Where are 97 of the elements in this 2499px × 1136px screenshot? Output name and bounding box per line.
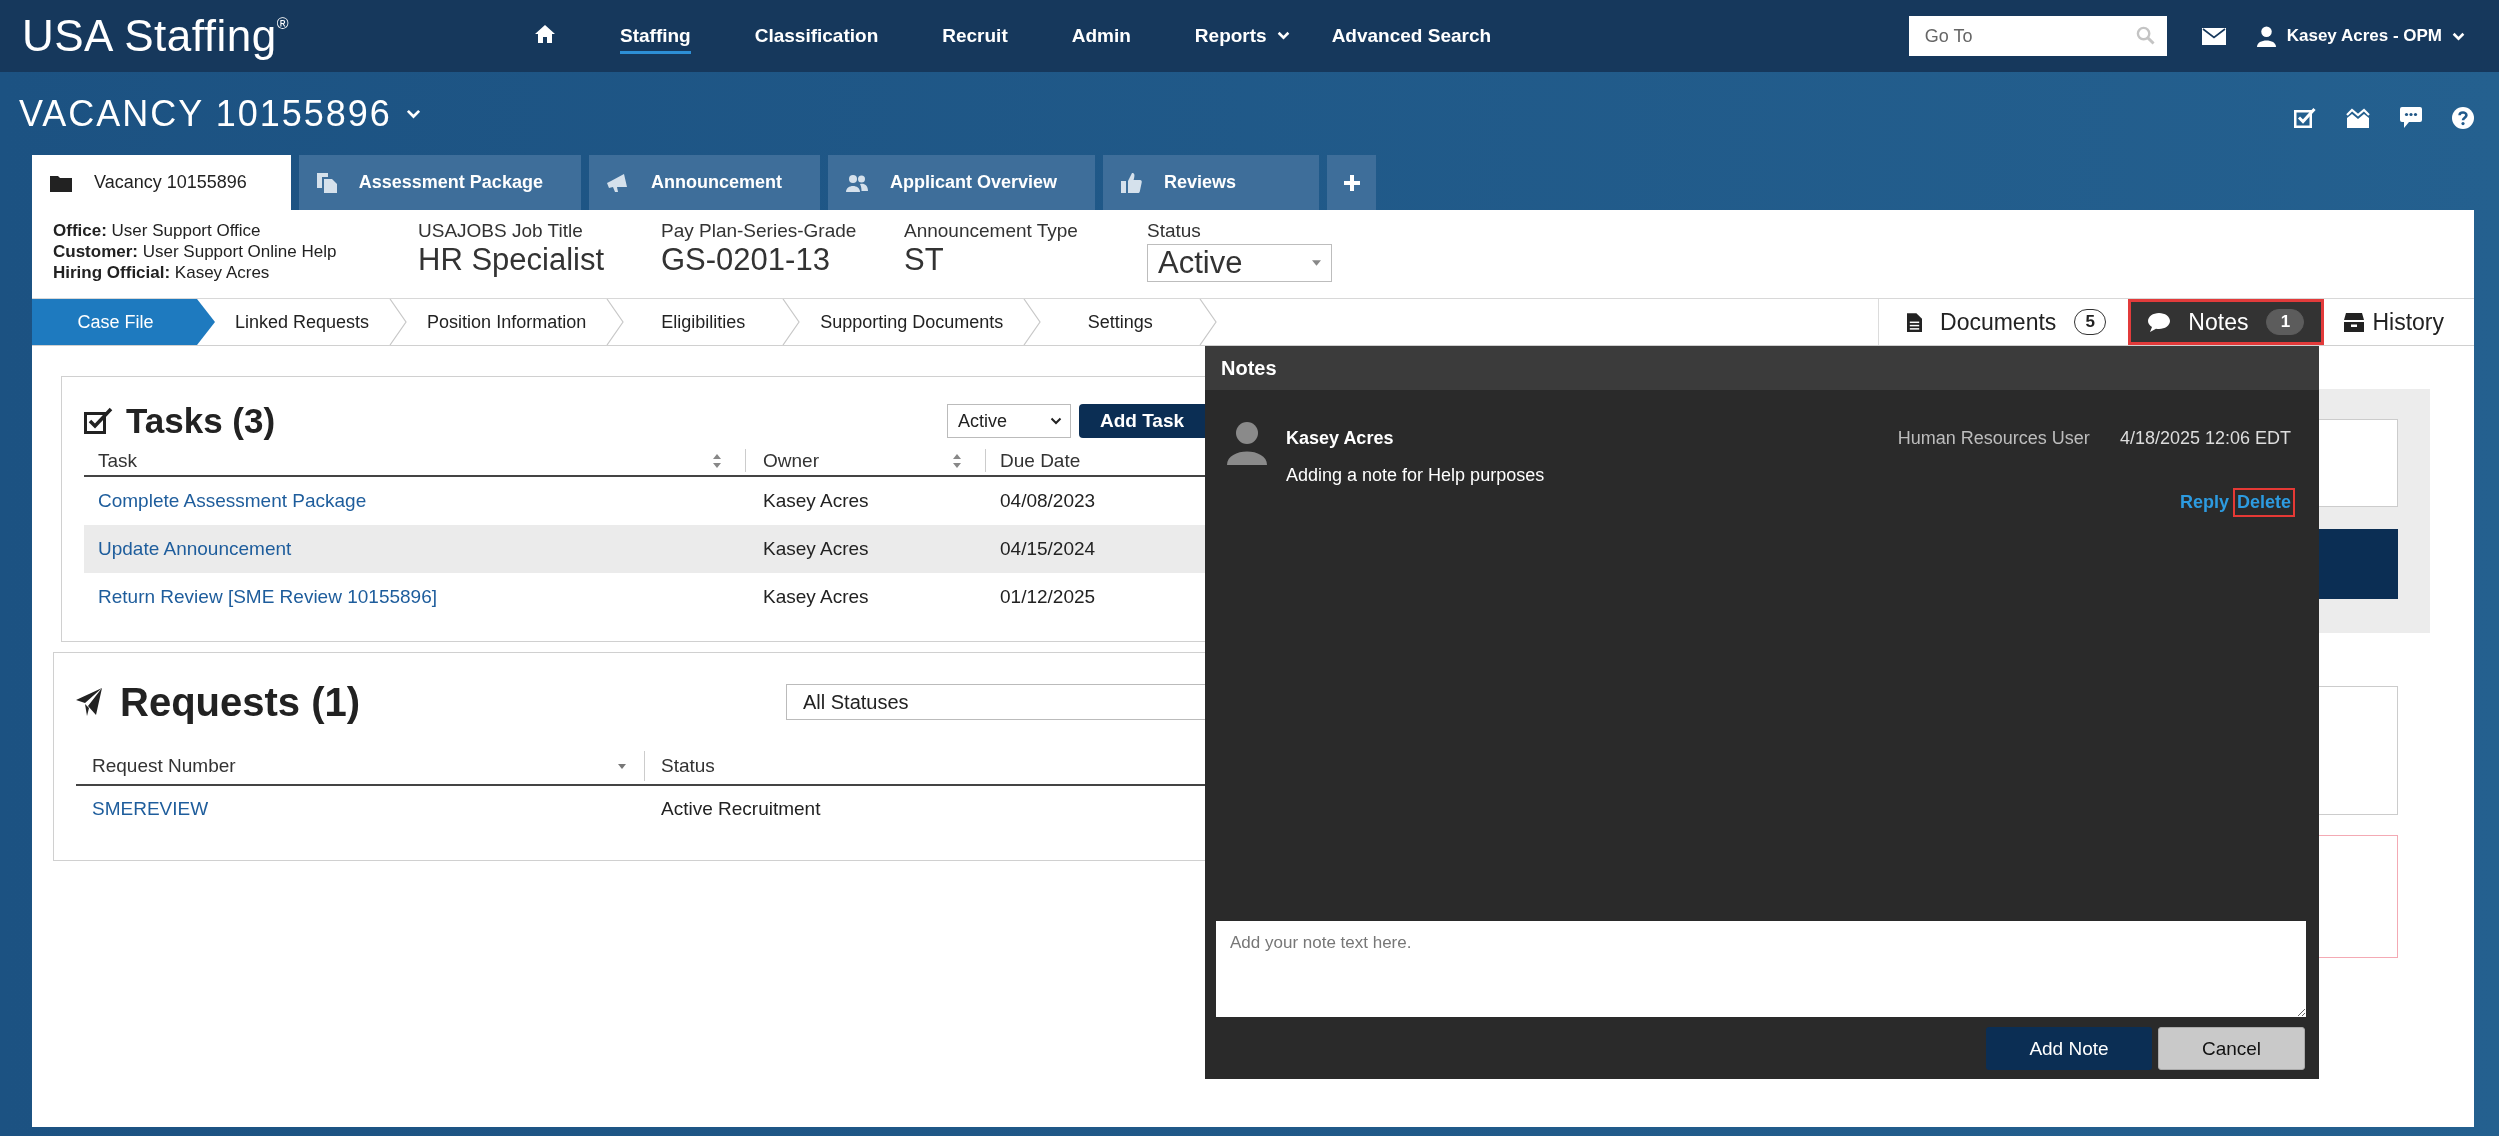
nav-link[interactable]: Admin — [1071, 18, 1131, 54]
record-tab[interactable]: Reviews — [1103, 155, 1319, 210]
caret-icon — [1050, 417, 1062, 425]
caret-icon — [2452, 31, 2465, 41]
users-icon — [845, 173, 868, 192]
tray-icon[interactable] — [2346, 107, 2370, 128]
note-action-link[interactable]: Reply — [2175, 488, 2233, 517]
panel-tab[interactable]: Documents 5 — [1878, 299, 2129, 345]
user-menu[interactable]: Kasey Acres - OPM — [2255, 25, 2465, 47]
user-icon — [2255, 25, 2277, 47]
status-dropdown[interactable]: Active — [1147, 244, 1332, 282]
paper-plane-icon — [76, 688, 102, 716]
record-tab[interactable]: Applicant Overview — [827, 155, 1095, 210]
caret-icon — [1276, 31, 1290, 40]
request-link[interactable]: SMEREVIEW — [92, 798, 209, 819]
megaphone-icon — [606, 173, 629, 192]
folder-icon — [50, 173, 72, 192]
field-label: Pay Plan-Series-Grade — [661, 220, 857, 242]
archive-icon — [2344, 312, 2365, 332]
table-cell: 04/08/2023 — [1000, 490, 1096, 511]
count-badge: 5 — [2074, 309, 2107, 335]
chevron-separator — [389, 299, 408, 345]
breadcrumb-step[interactable]: Eligibilities — [624, 299, 783, 345]
column-header[interactable]: Due Date — [986, 449, 1205, 472]
column-header[interactable]: Request Number — [76, 751, 645, 781]
table-cell: Kasey Acres — [763, 538, 869, 559]
field-label: USAJOBS Job Title — [418, 220, 583, 242]
field-value: GS-0201-13 — [661, 242, 830, 278]
task-link[interactable]: Return Review [SME Review 10155896] — [98, 586, 437, 607]
column-header[interactable]: Task — [84, 449, 746, 472]
note-action-link[interactable]: Delete — [2232, 488, 2295, 517]
breadcrumb-step[interactable]: Settings — [1041, 299, 1200, 345]
card-title: Requests (1) — [120, 679, 361, 725]
caret-icon — [405, 108, 421, 119]
task-link[interactable]: Update Announcement — [98, 538, 292, 559]
nav-link[interactable]: Recruit — [942, 18, 1008, 54]
field-label: Announcement Type — [904, 220, 1078, 242]
panel-tab[interactable]: Notes 1 — [2128, 299, 2325, 345]
note-input[interactable]: Add your note text here. — [1216, 921, 2306, 1017]
chevron-separator — [1023, 299, 1042, 345]
record-tab[interactable]: Announcement — [588, 155, 820, 210]
thumbs-up-icon — [1121, 172, 1142, 193]
field-label: Status — [1147, 220, 1201, 242]
breadcrumb-step[interactable]: Supporting Documents — [800, 299, 1024, 345]
status-filter[interactable]: All Statuses — [786, 684, 1205, 720]
summary-line: Hiring Official: Kasey Acres — [53, 262, 270, 283]
nav-link[interactable]: Advanced Search — [1331, 18, 1492, 54]
nav-link[interactable]: Classification — [754, 18, 879, 54]
chevron-separator — [606, 299, 625, 345]
table-cell: Kasey Acres — [763, 490, 869, 511]
mail-icon[interactable] — [2201, 27, 2226, 45]
table-cell: 04/15/2024 — [1000, 538, 1096, 559]
help-icon[interactable] — [2452, 106, 2474, 129]
breadcrumb-step[interactable]: Linked Requests — [215, 299, 390, 345]
breadcrumb-step[interactable]: Case File — [32, 299, 215, 345]
field-value: ST — [904, 242, 944, 278]
comment-icon[interactable] — [2400, 107, 2422, 128]
panel-title: Notes — [1221, 356, 1277, 380]
record-tab[interactable]: Assessment Package — [298, 155, 581, 210]
vacancy-switcher[interactable]: VACANCY 10155896 — [19, 92, 421, 135]
note-author: Kasey Acres — [1286, 428, 1394, 449]
note-date: 4/18/2025 12:06 EDT — [2119, 428, 2291, 449]
checkbox-icon — [84, 407, 113, 435]
cancel-button[interactable]: Cancel — [2158, 1027, 2305, 1070]
person-icon — [1227, 422, 1267, 465]
checkbox-icon[interactable] — [2294, 107, 2316, 128]
column-header[interactable]: Status — [645, 751, 1205, 781]
add-note-button[interactable]: Add Note — [1986, 1027, 2152, 1070]
note-text: Adding a note for Help purposes — [1286, 465, 1545, 486]
record-tab[interactable]: Vacancy 10155896 — [32, 155, 291, 210]
add-tab-button[interactable] — [1327, 155, 1376, 210]
panel-tab[interactable]: History — [2324, 299, 2444, 345]
pages-icon — [316, 172, 337, 193]
field-value: HR Specialist — [418, 242, 605, 278]
breadcrumb-step[interactable]: Position Information — [407, 299, 607, 345]
nav-menu[interactable]: Reports — [1194, 18, 1290, 54]
caret-icon — [1312, 260, 1321, 266]
status-filter[interactable]: Active — [947, 404, 1071, 438]
note-role: Human Resources User — [1897, 428, 2090, 449]
column-header[interactable]: Owner — [746, 449, 986, 472]
table-cell: Active Recruitment — [661, 798, 821, 819]
chevron-separator — [782, 299, 801, 345]
document-icon — [1907, 312, 1922, 332]
card-title: Tasks (3) — [126, 401, 276, 441]
speech-bubble-icon — [2148, 312, 2171, 332]
table-cell: Kasey Acres — [763, 586, 869, 607]
logo: USA Staffing$^{®}$ — [22, 11, 289, 60]
summary-line: Office: User Support Office — [53, 220, 261, 241]
chevron-separator — [1199, 299, 1218, 345]
nav-link[interactable]: Staffing — [620, 18, 691, 54]
count-badge: 1 — [2266, 309, 2305, 335]
summary-line: Customer: User Support Online Help — [53, 241, 337, 262]
search-field[interactable]: Go To — [1908, 16, 2167, 56]
plus-icon — [1343, 174, 1360, 191]
task-link[interactable]: Complete Assessment Package — [98, 490, 367, 511]
table-cell: 01/12/2025 — [1000, 586, 1096, 607]
add-task-button[interactable]: Add Task — [1079, 404, 1205, 438]
